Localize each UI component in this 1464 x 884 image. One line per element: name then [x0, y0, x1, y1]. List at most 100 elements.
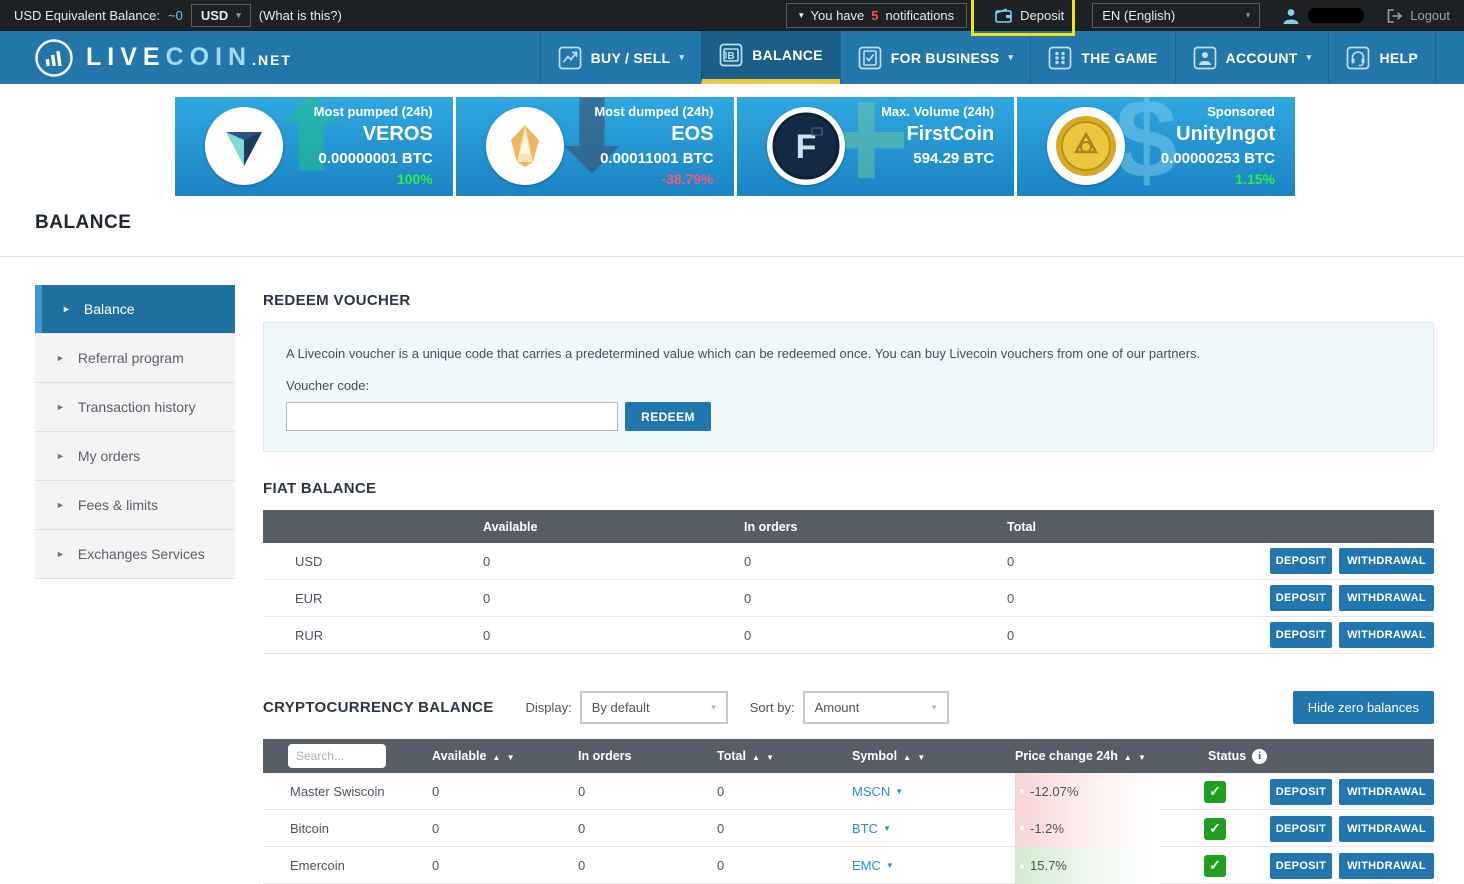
- deposit-button[interactable]: DEPOSIT: [1270, 548, 1332, 574]
- user-icon: [1193, 46, 1216, 69]
- fiat-in-orders: 0: [744, 627, 752, 643]
- sidebar-item-label: Balance: [83, 301, 135, 317]
- deposit-button[interactable]: Deposit: [971, 0, 1076, 36]
- banner-coin-name: VEROS: [362, 123, 433, 145]
- main-nav: LIVECOIN.NET BUY / SELL ▾ B BALANCE FOR …: [0, 31, 1464, 84]
- notifications-text-prefix: You have: [810, 8, 865, 23]
- withdrawal-button[interactable]: WITHDRAWAL: [1339, 585, 1434, 611]
- crypto-header-symbol[interactable]: Symbol ▲ ▼: [852, 749, 1015, 763]
- triangle-right-icon: ►: [56, 402, 65, 412]
- withdrawal-button[interactable]: WITHDRAWAL: [1339, 548, 1434, 574]
- hide-zero-balances-button[interactable]: Hide zero balances: [1292, 691, 1434, 724]
- nav-item-buy-sell[interactable]: BUY / SELL ▾: [539, 31, 702, 84]
- chevron-down-icon: ▾: [1306, 52, 1312, 62]
- banner-coin-name: FirstCoin: [906, 123, 995, 145]
- nav-item-account[interactable]: ACCOUNT ▾: [1174, 31, 1329, 84]
- crypto-header-available[interactable]: Available ▲ ▼: [432, 749, 578, 763]
- coin-total: 0: [717, 858, 725, 873]
- chevron-down-icon: ▾: [679, 52, 685, 62]
- crypto-row-btc: Bitcoin 0 0 0 BTC ▼ ▼ -1.2% ✓ DEPOSIT WITH…: [263, 810, 1434, 847]
- chevron-down-icon: ▾: [236, 10, 241, 20]
- voucher-description: A Livecoin voucher is a unique code that…: [286, 346, 1201, 361]
- info-icon[interactable]: i: [1252, 748, 1268, 764]
- language-select[interactable]: EN (English) ▾: [1092, 3, 1261, 28]
- nav-label-balance: BALANCE: [752, 47, 823, 63]
- coin-available: 0: [432, 784, 440, 799]
- deposit-button[interactable]: DEPOSIT: [1270, 778, 1332, 805]
- coin-total: 0: [717, 821, 725, 836]
- triangle-right-icon: ►: [56, 500, 65, 510]
- banner-card-sponsored[interactable]: $ Sponsored UnityIngot 0.00000253 BTC 1.…: [1017, 97, 1295, 196]
- sort-arrows-icon[interactable]: ▲ ▼: [752, 753, 776, 762]
- redeem-button[interactable]: REDEEM: [625, 402, 711, 431]
- search-input[interactable]: [288, 744, 386, 768]
- sidebar-item-referral-program[interactable]: ► Referral program: [35, 334, 235, 383]
- coin-symbol-dropdown[interactable]: BTC ▼: [852, 821, 1015, 836]
- display-select[interactable]: By default ▾: [579, 691, 728, 724]
- currency-select[interactable]: USD ▾: [190, 4, 251, 27]
- coin-symbol-dropdown[interactable]: EMC ▼: [852, 858, 1015, 873]
- sidebar-item-balance[interactable]: ► Balance: [35, 285, 235, 334]
- market-banner: ⬆ Most pumped (24h) VEROS 0.00000001 BTC…: [175, 97, 1295, 196]
- chevron-down-icon: ▾: [1008, 52, 1014, 62]
- banner-card-max-volume[interactable]: + F Max. Volume (24h) FirstCoin 594.29 B…: [736, 97, 1015, 196]
- sort-by-select[interactable]: Amount ▾: [802, 691, 949, 724]
- logout-button[interactable]: Logout: [1386, 8, 1450, 24]
- livecoin-logo-icon: [35, 38, 73, 77]
- sort-arrows-icon[interactable]: ▲ ▼: [492, 753, 516, 762]
- fiat-available: 0: [483, 553, 491, 569]
- sidebar-item-label: My orders: [77, 448, 141, 464]
- sort-arrows-icon[interactable]: ▲ ▼: [903, 753, 927, 762]
- wallet-banknote-icon: B: [719, 43, 743, 67]
- coin-name: Master Swiscoin: [290, 784, 385, 799]
- price-change-value: -12.07%: [1030, 784, 1079, 799]
- voucher-code-label: Voucher code:: [286, 378, 370, 393]
- triangle-right-icon: ►: [62, 304, 71, 314]
- withdrawal-button[interactable]: WITHDRAWAL: [1339, 852, 1434, 879]
- trend-up-icon: ▲: [1018, 861, 1026, 870]
- banner-coin-value: 0.00000253 BTC: [1160, 150, 1275, 167]
- language-select-value: EN (English): [1102, 8, 1176, 23]
- status-check-icon[interactable]: ✓: [1204, 817, 1226, 840]
- nav-item-balance[interactable]: B BALANCE: [701, 31, 840, 84]
- user-icon[interactable]: [1282, 7, 1300, 25]
- sidebar-item-label: Exchanges Services: [77, 546, 205, 562]
- coin-available: 0: [432, 858, 440, 873]
- sidebar-item-fees-limits[interactable]: ► Fees & limits: [35, 481, 235, 530]
- coin-in-orders: 0: [578, 784, 586, 799]
- voucher-panel: A Livecoin voucher is a unique code that…: [263, 322, 1434, 452]
- banner-card-most-dumped[interactable]: ⬇ Most dumped (24h) EOS 0.00011001 BTC -…: [455, 97, 734, 196]
- notifications-dropdown[interactable]: ▾ You have 5 notifications: [785, 3, 968, 28]
- nav-item-the-game[interactable]: THE GAME: [1030, 31, 1174, 84]
- nav-item-for-business[interactable]: FOR BUSINESS ▾: [839, 31, 1030, 84]
- deposit-button[interactable]: DEPOSIT: [1270, 622, 1332, 648]
- sort-arrows-icon[interactable]: ▲ ▼: [1124, 753, 1148, 762]
- banner-coin-name: EOS: [671, 123, 714, 145]
- banner-card-most-pumped[interactable]: ⬆ Most pumped (24h) VEROS 0.00000001 BTC…: [175, 97, 453, 196]
- status-check-icon[interactable]: ✓: [1204, 780, 1226, 803]
- trend-down-icon: ▼: [1018, 824, 1026, 833]
- price-change-value: 15.7%: [1030, 858, 1067, 873]
- withdrawal-button[interactable]: WITHDRAWAL: [1339, 622, 1434, 648]
- sidebar-item-my-orders[interactable]: ► My orders: [35, 432, 235, 481]
- withdrawal-button[interactable]: WITHDRAWAL: [1339, 778, 1434, 805]
- fiat-total: 0: [1007, 590, 1015, 606]
- deposit-button[interactable]: DEPOSIT: [1270, 815, 1332, 842]
- sidebar-item-exchanges-services[interactable]: ► Exchanges Services: [35, 530, 235, 579]
- banner-label: Most dumped (24h): [594, 104, 714, 119]
- nav-item-help[interactable]: HELP: [1328, 31, 1436, 84]
- coin-total: 0: [717, 784, 725, 799]
- deposit-button[interactable]: DEPOSIT: [1270, 585, 1332, 611]
- voucher-code-input[interactable]: [286, 402, 618, 431]
- withdrawal-button[interactable]: WITHDRAWAL: [1339, 815, 1434, 842]
- status-check-icon[interactable]: ✓: [1204, 854, 1226, 877]
- livecoin-logo[interactable]: LIVECOIN.NET: [0, 31, 292, 84]
- what-is-this-link[interactable]: (What is this?): [259, 8, 342, 23]
- coin-symbol-dropdown[interactable]: MSCN ▼: [852, 784, 1015, 799]
- sidebar-item-transaction-history[interactable]: ► Transaction history: [35, 383, 235, 432]
- crypto-header-total[interactable]: Total ▲ ▼: [717, 749, 852, 763]
- usd-equivalent-label: USD Equivalent Balance:: [14, 8, 160, 23]
- crypto-header-price-change[interactable]: Price change 24h ▲ ▼: [1015, 749, 1160, 763]
- deposit-button[interactable]: DEPOSIT: [1270, 852, 1332, 879]
- banner-coin-change: 1.15%: [1235, 171, 1275, 187]
